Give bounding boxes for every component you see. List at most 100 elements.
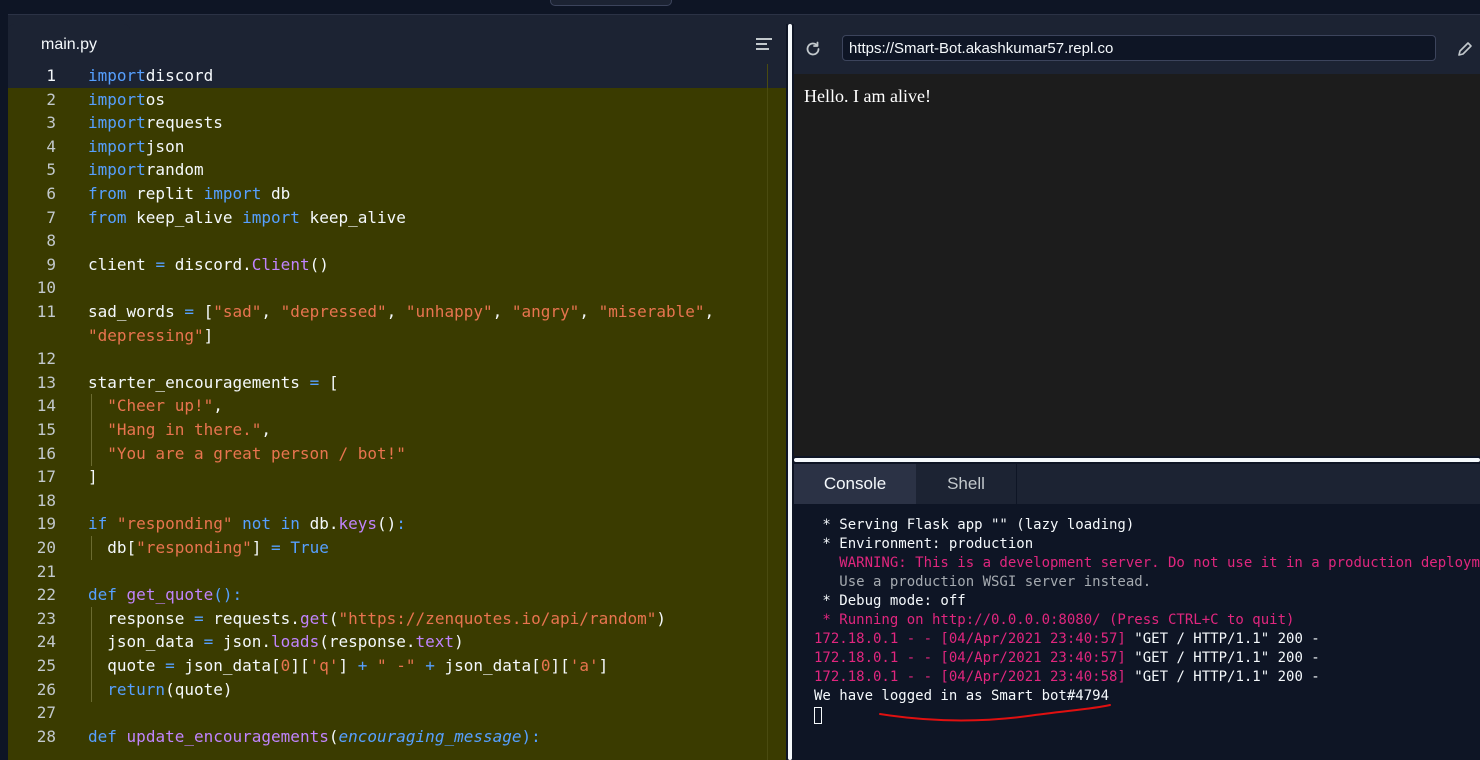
code-token: json_data bbox=[88, 632, 204, 652]
code-line[interactable]: 24 json_data = json.loads(response.text) bbox=[8, 630, 786, 655]
code-token: [ bbox=[319, 372, 339, 392]
code-token: discord. bbox=[165, 254, 252, 274]
code-line[interactable]: 14 "Cheer up!", bbox=[8, 394, 786, 419]
file-tab-main-py[interactable]: main.py bbox=[8, 24, 130, 64]
tab-console[interactable]: Console bbox=[794, 464, 916, 504]
code-token: keys bbox=[338, 514, 377, 534]
code-token: requests. bbox=[203, 608, 300, 628]
console-line: WARNING: This is a development server. D… bbox=[814, 555, 1480, 571]
code-line[interactable]: 21 bbox=[8, 560, 786, 584]
code-line[interactable]: 5 importrandom bbox=[8, 158, 786, 182]
code-line[interactable]: 27 bbox=[8, 701, 786, 725]
code-line[interactable]: 22 def get_quote(): bbox=[8, 583, 786, 607]
url-input[interactable]: https://Smart-Bot.akashkumar57.repl.co bbox=[842, 35, 1436, 61]
editor-menu-icon[interactable] bbox=[756, 38, 772, 50]
code-token: def bbox=[88, 585, 117, 605]
code-token: ] bbox=[598, 656, 609, 675]
line-number: 5 bbox=[46, 160, 56, 180]
log-ip-time: 172.18.0.1 - - [04/Apr/2021 23:40:58] bbox=[814, 669, 1135, 685]
code-token: [ bbox=[193, 302, 214, 321]
code-line[interactable]: 18 bbox=[8, 489, 786, 513]
code-token: = bbox=[165, 656, 175, 675]
left-gutter bbox=[0, 14, 8, 760]
code-line[interactable]: 16 "You are a great person / bot!" bbox=[8, 441, 786, 466]
code-line[interactable]: 17] bbox=[8, 465, 786, 489]
line-number: 22 bbox=[36, 585, 56, 605]
top-bar-handle[interactable] bbox=[550, 0, 672, 6]
code-token: import bbox=[88, 136, 146, 156]
line-number: 20 bbox=[36, 538, 56, 557]
code-line[interactable]: 10 bbox=[8, 276, 786, 300]
line-number: 19 bbox=[36, 514, 56, 534]
code-token: replit bbox=[126, 184, 204, 203]
code-line[interactable]: 13 starter_encouragements = [ bbox=[8, 371, 786, 395]
code-area[interactable]: 1 importdiscord 2 importos 3 importrequests 4 i… bbox=[8, 64, 786, 760]
code-line[interactable]: 25 quote = json_data[0]['q'] + " -" + js… bbox=[8, 654, 786, 678]
code-token: , bbox=[213, 396, 223, 416]
code-line[interactable]: 8 bbox=[8, 229, 786, 253]
code-text: if "responding" not in db.keys(): bbox=[88, 512, 406, 536]
console-panel: Console Shell * Serving Flask app "" (la… bbox=[794, 464, 1480, 760]
code-line[interactable]: 11 sad_words = ["sad", "depressed", "unha… bbox=[8, 300, 786, 324]
code-line[interactable]: 23 response = requests.get("https://zenq… bbox=[8, 606, 786, 631]
code-editor[interactable]: main.py 1 importdiscord 2 importos 3 importre… bbox=[8, 24, 786, 760]
code-token: from bbox=[88, 207, 127, 227]
console-output[interactable]: * Serving Flask app "" (lazy loading) * … bbox=[794, 504, 1480, 760]
code-line[interactable]: 3 importrequests bbox=[8, 111, 786, 135]
code-token: if bbox=[88, 514, 108, 534]
code-line[interactable]: 9 client = discord.Client() bbox=[8, 253, 786, 277]
code-line[interactable]: "depressing"] bbox=[8, 324, 786, 348]
code-line[interactable]: 19 if "responding" not in db.keys(): bbox=[8, 512, 786, 536]
line-number: 15 bbox=[36, 420, 56, 439]
code-token: import bbox=[88, 160, 146, 180]
code-token: "You are a great person / bot!" bbox=[107, 443, 406, 463]
code-line[interactable]: 1 importdiscord bbox=[8, 64, 786, 88]
code-token: "responding" bbox=[136, 538, 252, 557]
vertical-splitter[interactable] bbox=[786, 24, 794, 760]
code-token: random bbox=[145, 160, 204, 180]
code-token: starter_encouragements bbox=[88, 372, 310, 392]
code-line[interactable]: 7 from keep_alive import keep_alive bbox=[8, 206, 786, 230]
line-number: 4 bbox=[46, 136, 56, 156]
code-token: (quote) bbox=[165, 679, 233, 699]
code-line[interactable]: 12 bbox=[8, 347, 786, 371]
reload-icon[interactable] bbox=[804, 40, 822, 58]
code-token: client bbox=[88, 254, 156, 274]
code-line[interactable]: 4 importjson bbox=[8, 135, 786, 159]
code-token: quote bbox=[88, 656, 166, 675]
code-token: (): bbox=[213, 585, 243, 605]
code-text: def update_encouragements(encouraging_me… bbox=[88, 725, 541, 749]
code-token: "https://zenquotes.io/api/random" bbox=[338, 608, 657, 628]
code-token: "Hang in there." bbox=[107, 420, 262, 439]
code-line[interactable]: 28 def update_encouragements(encouraging_… bbox=[8, 725, 786, 749]
code-token: ): bbox=[521, 726, 541, 746]
code-token: import bbox=[242, 207, 300, 227]
code-line[interactable]: 20 db["responding"] = True bbox=[8, 536, 786, 560]
horizontal-splitter[interactable] bbox=[794, 456, 1480, 464]
code-token: os bbox=[145, 89, 166, 109]
line-number: 23 bbox=[36, 608, 56, 628]
code-line[interactable]: 26 return(quote) bbox=[8, 677, 786, 702]
code-token: ] bbox=[251, 538, 272, 557]
code-token: json. bbox=[213, 632, 272, 652]
code-token: "depressing" bbox=[88, 325, 204, 345]
code-token: , bbox=[492, 302, 512, 321]
code-line[interactable]: 15 "Hang in there.", bbox=[8, 418, 786, 442]
code-token: ][ bbox=[550, 656, 570, 675]
pencil-icon[interactable] bbox=[1456, 40, 1474, 58]
log-request: "GET / HTTP/1.1" 200 - bbox=[1134, 650, 1320, 666]
code-token: not in bbox=[242, 514, 300, 534]
tab-shell[interactable]: Shell bbox=[916, 464, 1017, 504]
code-line[interactable]: 2 importos bbox=[8, 88, 786, 112]
code-token: "responding" bbox=[116, 514, 233, 534]
code-token: = bbox=[184, 302, 194, 321]
code-text: def get_quote(): bbox=[88, 583, 242, 607]
code-line[interactable]: 6 from replit import db bbox=[8, 182, 786, 206]
console-cursor[interactable] bbox=[814, 707, 822, 724]
console-line: 172.18.0.1 - - [04/Apr/2021 23:40:57] "G… bbox=[814, 630, 1320, 649]
line-number: 3 bbox=[46, 113, 56, 133]
